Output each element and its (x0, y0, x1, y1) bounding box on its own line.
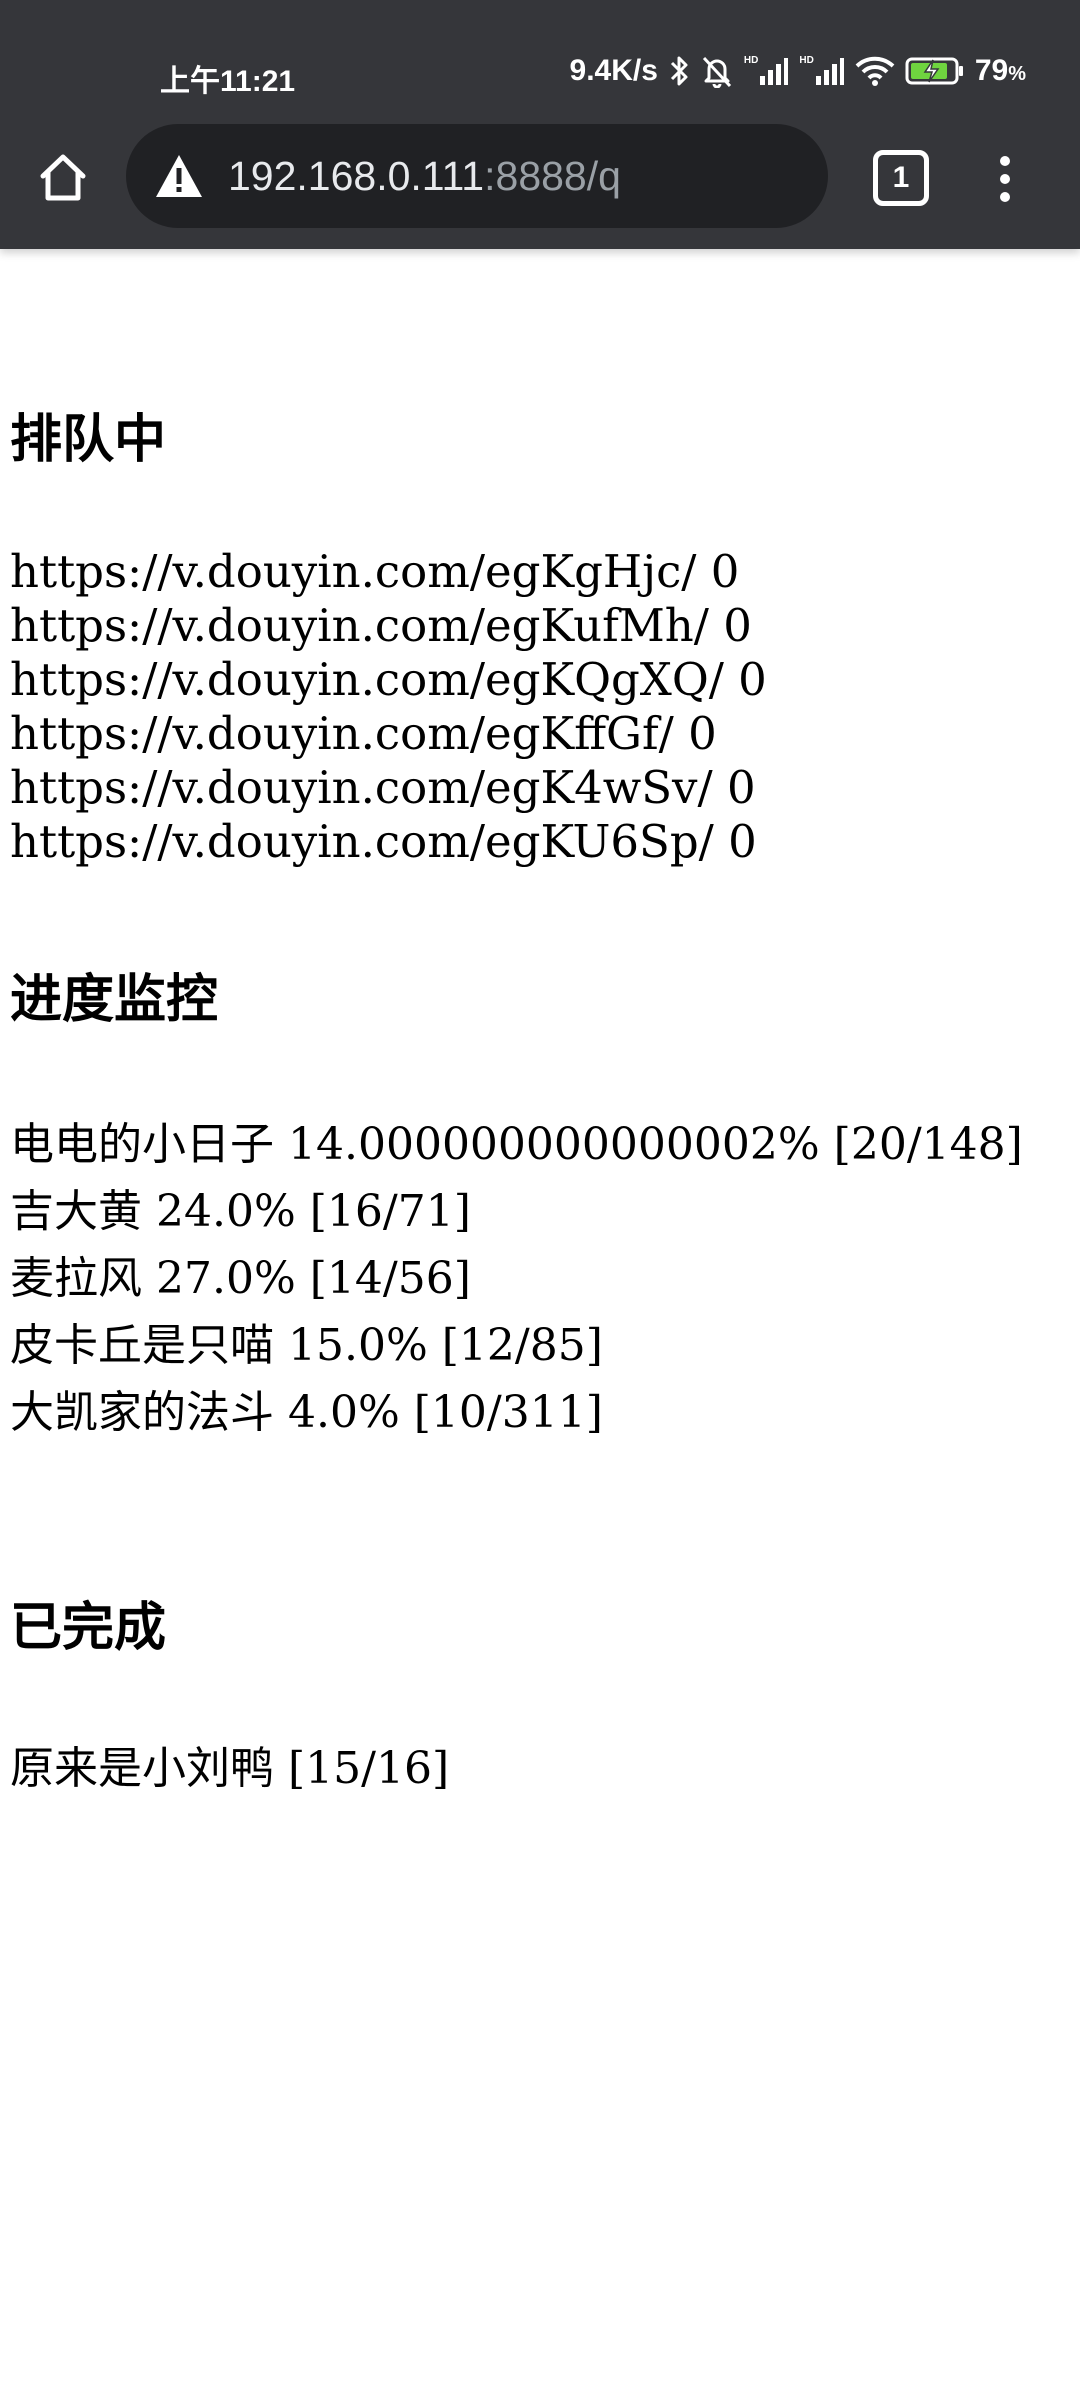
mute-bell-icon (700, 54, 734, 88)
progress-item: 大凯家的法斗 4.0% [10/311] (10, 1387, 603, 1438)
overflow-menu-button[interactable] (985, 146, 1025, 212)
home-icon (40, 154, 86, 201)
progress-list: 电电的小日子 14.000000000000002% [20/148] 吉大黄 … (10, 1111, 1023, 1446)
menu-dot (1000, 192, 1010, 202)
tab-count: 1 (892, 161, 910, 194)
queue-item: https://v.douyin.com/egKgHjc/ 0 (10, 545, 740, 598)
cell-signal-1-icon: HD (744, 56, 789, 86)
address-bar[interactable]: 192.168.0.111:8888/q (126, 124, 828, 228)
hd-label-1: HD (743, 55, 759, 66)
status-time: 上午11:21 (160, 65, 296, 98)
status-bar: 上午11:21 9.4K/s HD HD 79% (0, 0, 1080, 120)
status-icons: 9.4K/s HD HD 79% (570, 54, 1026, 88)
battery-charging-icon (905, 56, 965, 86)
warning-icon[interactable] (152, 149, 206, 203)
url-path: :8888/q (484, 152, 621, 199)
progress-item: 电电的小日子 14.000000000000002% [20/148] (10, 1119, 1023, 1170)
wifi-icon (855, 55, 895, 87)
browser-toolbar: 192.168.0.111:8888/q 1 (0, 122, 1080, 232)
progress-item: 麦拉风 27.0% [14/56] (10, 1253, 471, 1304)
queue-item: https://v.douyin.com/egKU6Sp/ 0 (10, 815, 757, 868)
url-text[interactable]: 192.168.0.111:8888/q (228, 153, 621, 200)
progress-heading: 进度监控 (10, 970, 219, 1030)
network-speed: 9.4K/s (569, 54, 658, 87)
hd-label-2: HD (799, 55, 814, 66)
queue-list: https://v.douyin.com/egKgHjc/ 0 https://… (10, 545, 767, 869)
menu-dot (1000, 174, 1010, 184)
queue-item: https://v.douyin.com/egKffGf/ 0 (10, 707, 717, 760)
queue-heading: 排队中 (10, 410, 167, 470)
battery-level: 79% (974, 54, 1026, 87)
home-button[interactable] (30, 144, 96, 210)
progress-item: 吉大黄 24.0% [16/71] (10, 1186, 471, 1237)
browser-chrome: 上午11:21 9.4K/s HD HD 79% 192.168.0.111:8… (0, 0, 1080, 249)
queue-item: https://v.douyin.com/egKQgXQ/ 0 (10, 653, 767, 706)
menu-dot (1000, 156, 1010, 166)
queue-item: https://v.douyin.com/egKufMh/ 0 (10, 599, 752, 652)
tab-switcher-button[interactable]: 1 (873, 150, 929, 206)
battery-unit: % (1008, 63, 1026, 85)
progress-item: 皮卡丘是只喵 15.0% [12/85] (10, 1320, 603, 1371)
url-host: 192.168.0.111 (228, 152, 485, 199)
done-item: 原来是小刘鸭 [15/16] (10, 1743, 450, 1794)
bluetooth-icon (668, 54, 690, 88)
cell-signal-2-icon: HD (799, 56, 844, 86)
queue-item: https://v.douyin.com/egK4wSv/ 0 (10, 761, 756, 814)
done-heading: 已完成 (10, 1598, 167, 1658)
done-list: 原来是小刘鸭 [15/16] (10, 1735, 449, 1802)
